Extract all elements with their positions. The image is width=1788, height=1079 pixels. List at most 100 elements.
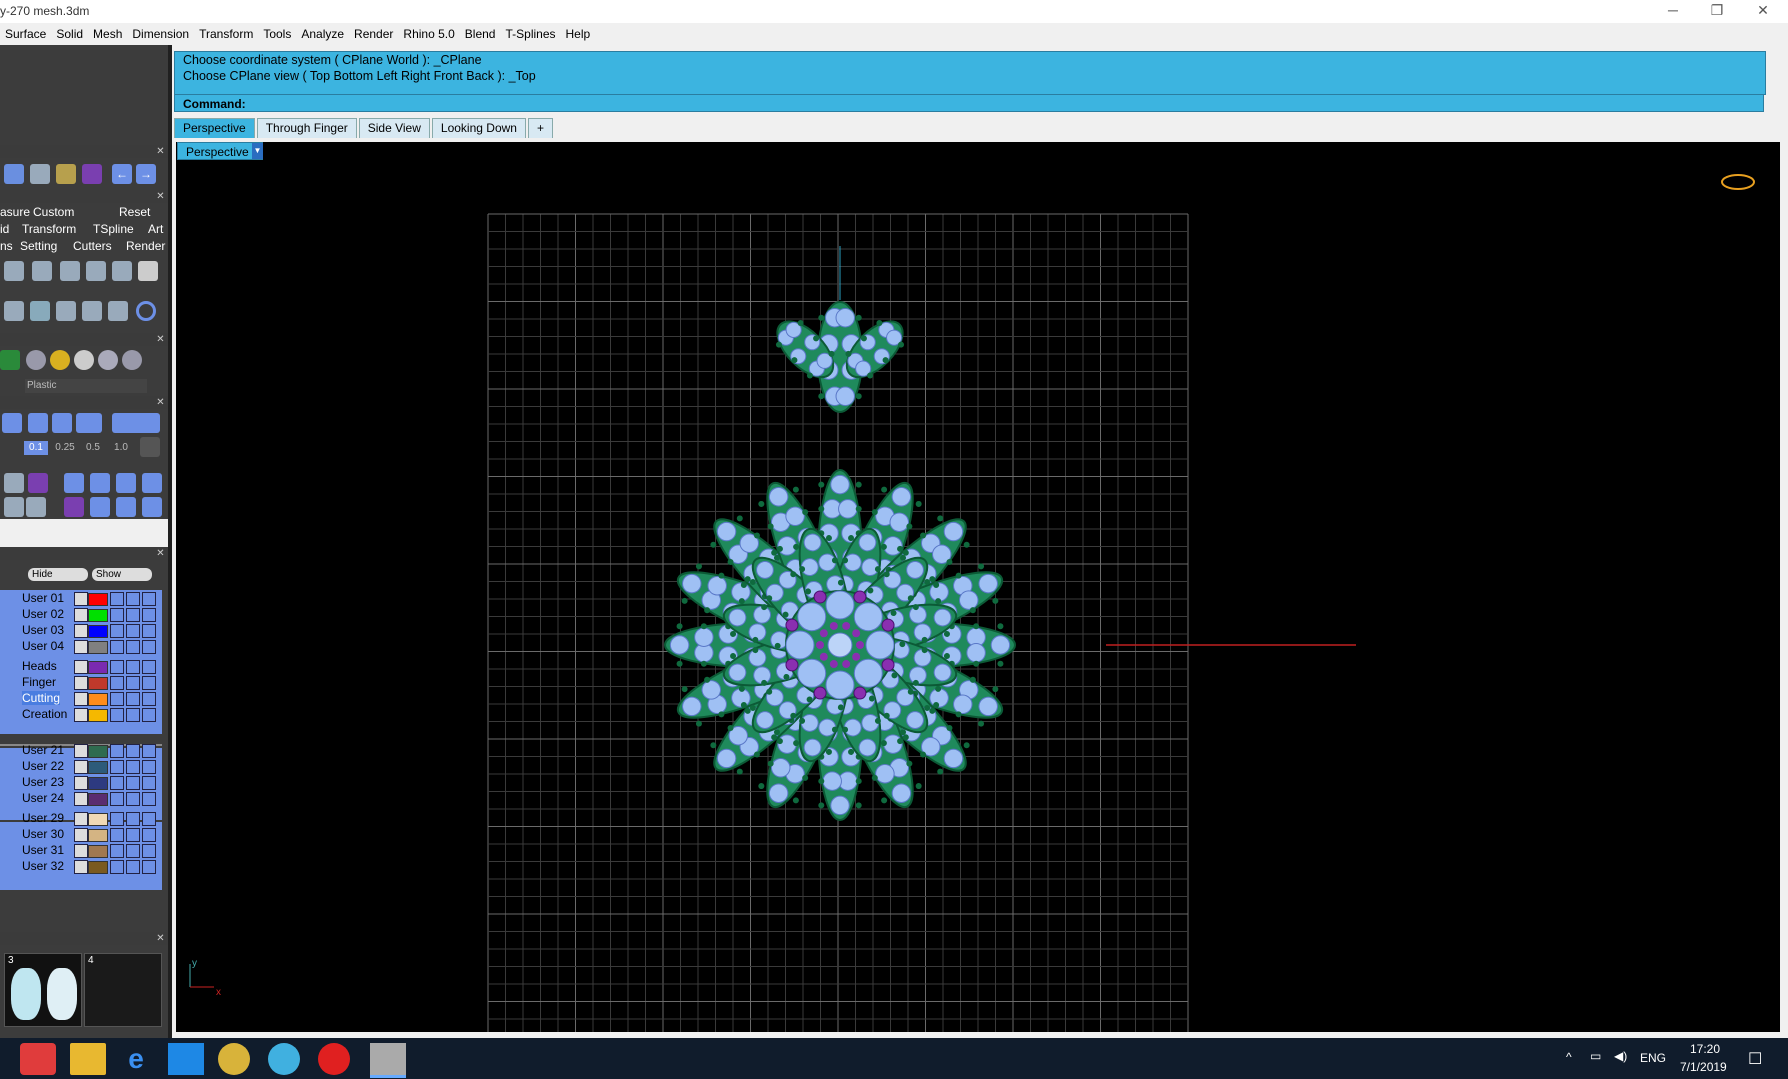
viewport-title[interactable]: Perspective <box>177 142 263 160</box>
visible-icon[interactable] <box>126 760 140 774</box>
tab-side-view[interactable]: Side View <box>358 118 430 138</box>
layer-row[interactable]: User 22 <box>0 758 170 774</box>
lock-icon[interactable] <box>110 624 124 638</box>
expand-arrow-icon[interactable] <box>74 592 88 606</box>
dark-sphere-icon[interactable] <box>122 350 142 370</box>
print-icon[interactable] <box>142 708 156 722</box>
expand-arrow-icon[interactable] <box>74 828 88 842</box>
language-indicator[interactable]: ENG <box>1640 1051 1666 1065</box>
expand-arrow-icon[interactable] <box>74 624 88 638</box>
print-icon[interactable] <box>112 261 132 281</box>
lock-icon[interactable] <box>110 760 124 774</box>
menu-help[interactable]: Help <box>561 23 596 45</box>
lock-icon[interactable] <box>110 692 124 706</box>
osnap-icon[interactable] <box>28 413 48 433</box>
tab-measure[interactable]: asure <box>0 205 30 219</box>
pendant-model[interactable] <box>664 301 1016 821</box>
layer-row[interactable]: User 31 <box>0 842 170 858</box>
visible-icon[interactable] <box>126 708 140 722</box>
print-icon[interactable] <box>142 776 156 790</box>
tab-perspective[interactable]: Perspective <box>174 118 255 138</box>
visible-icon[interactable] <box>126 640 140 654</box>
material-select[interactable]: Plastic <box>25 379 147 393</box>
lock-icon[interactable] <box>110 860 124 874</box>
expand-arrow-icon[interactable] <box>74 844 88 858</box>
volume-icon[interactable]: ◀) <box>1614 1049 1627 1063</box>
print-icon[interactable] <box>142 692 156 706</box>
expand-arrow-icon[interactable] <box>74 860 88 874</box>
save-small-icon[interactable] <box>32 261 52 281</box>
tab-tspline[interactable]: TSpline <box>93 222 134 236</box>
visible-icon[interactable] <box>126 776 140 790</box>
print-icon[interactable] <box>142 792 156 806</box>
visible-icon[interactable] <box>126 692 140 706</box>
close-icon[interactable]: ✕ <box>155 146 166 157</box>
cube-icon[interactable] <box>28 473 48 493</box>
layer-color-swatch[interactable] <box>88 793 108 806</box>
layer-name[interactable]: User 01 <box>22 591 64 605</box>
layer-color-swatch[interactable] <box>88 745 108 758</box>
visible-icon[interactable] <box>126 744 140 758</box>
clock-time[interactable]: 17:20 <box>1690 1042 1720 1056</box>
cursor-icon[interactable] <box>4 164 24 184</box>
minimize-button[interactable]: ─ <box>1650 0 1696 23</box>
print-icon[interactable] <box>142 760 156 774</box>
menu-blend[interactable]: Blend <box>460 23 501 45</box>
snap-value-05[interactable]: 0.5 <box>82 441 104 455</box>
save-as-icon[interactable] <box>60 261 80 281</box>
visible-icon[interactable] <box>126 812 140 826</box>
lock-icon[interactable] <box>110 776 124 790</box>
close-icon[interactable]: ✕ <box>155 334 166 345</box>
layer-color-swatch[interactable] <box>88 593 108 606</box>
arrows-icon[interactable] <box>30 301 50 321</box>
layer-row[interactable]: User 23 <box>0 774 170 790</box>
tab-reset[interactable]: Reset <box>119 205 150 219</box>
tab-looking-down[interactable]: Looking Down <box>431 118 526 138</box>
sphere-icon[interactable] <box>26 350 46 370</box>
silver-sphere-icon[interactable] <box>74 350 94 370</box>
copy-icon[interactable] <box>86 261 106 281</box>
tool-a-icon[interactable] <box>64 473 84 493</box>
print-icon[interactable] <box>142 660 156 674</box>
snap-value-01[interactable]: 0.1 <box>24 441 48 455</box>
visible-icon[interactable] <box>126 592 140 606</box>
expand-arrow-icon[interactable] <box>74 760 88 774</box>
file-explorer-icon[interactable] <box>70 1043 106 1075</box>
layer-row[interactable]: User 29 <box>0 810 170 826</box>
add-tab-button[interactable]: + <box>527 118 553 138</box>
visible-icon[interactable] <box>126 660 140 674</box>
layer-color-swatch[interactable] <box>88 693 108 706</box>
layer-row[interactable]: User 21 <box>0 742 170 758</box>
layer-color-swatch[interactable] <box>88 861 108 874</box>
layer-color-swatch[interactable] <box>88 777 108 790</box>
layer-color-swatch[interactable] <box>88 845 108 858</box>
print-icon[interactable] <box>142 844 156 858</box>
edge-browser-icon[interactable]: e <box>118 1043 154 1075</box>
snap-value-10[interactable]: 1.0 <box>108 441 134 455</box>
circle-icon[interactable] <box>136 301 156 321</box>
print-icon[interactable] <box>142 744 156 758</box>
layer-row[interactable]: Creation <box>0 706 170 722</box>
layer-name[interactable]: User 03 <box>22 623 64 637</box>
layer-color-swatch[interactable] <box>88 625 108 638</box>
split-icon[interactable] <box>108 301 128 321</box>
start-app-icon[interactable] <box>20 1043 56 1075</box>
tab-setting[interactable]: Setting <box>20 239 57 253</box>
expand-arrow-icon[interactable] <box>74 792 88 806</box>
brush-icon[interactable] <box>4 473 24 493</box>
snap-icon[interactable] <box>2 413 22 433</box>
lock-icon[interactable] <box>110 708 124 722</box>
layer-name[interactable]: Finger <box>22 675 56 689</box>
layer-row[interactable]: Finger <box>0 674 170 690</box>
visible-icon[interactable] <box>126 828 140 842</box>
mirror-icon[interactable] <box>82 301 102 321</box>
tool-d-icon[interactable] <box>142 473 162 493</box>
cylinder-icon[interactable] <box>82 164 102 184</box>
visible-icon[interactable] <box>126 792 140 806</box>
layer-row[interactable]: User 01 <box>0 590 170 606</box>
layer-color-swatch[interactable] <box>88 709 108 722</box>
layer-color-swatch[interactable] <box>88 641 108 654</box>
thumbnail-3[interactable]: 3 <box>4 953 82 1027</box>
tool-f-icon[interactable] <box>26 497 46 517</box>
visible-icon[interactable] <box>126 844 140 858</box>
